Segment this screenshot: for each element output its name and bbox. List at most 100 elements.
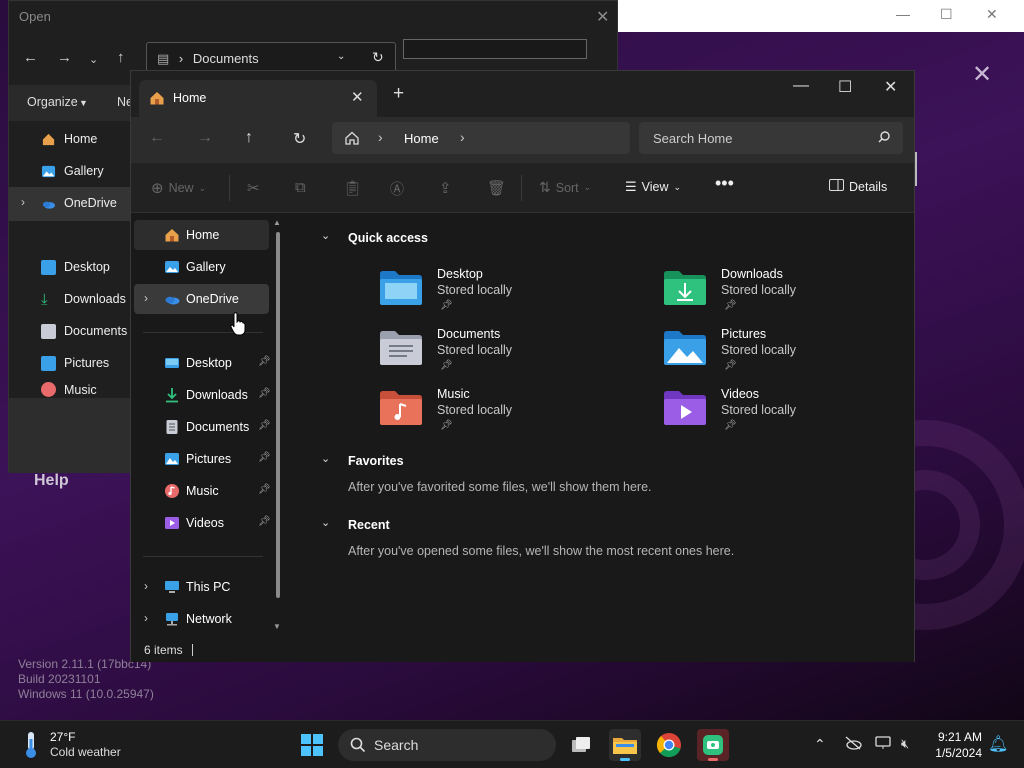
- chevron-right-icon[interactable]: ›: [144, 611, 148, 625]
- chevron-right-icon[interactable]: ›: [144, 579, 148, 593]
- task-view-button[interactable]: [565, 729, 597, 761]
- open-dialog-nav-desktop[interactable]: Desktop: [21, 251, 110, 283]
- close-icon[interactable]: ✕: [972, 60, 992, 89]
- nav-item-pictures[interactable]: Pictures 📌︎: [134, 444, 271, 474]
- paste-icon[interactable]: 📋︎: [343, 179, 362, 197]
- back-arrow-icon[interactable]: ←: [23, 49, 38, 66]
- nav-item-gallery[interactable]: Gallery: [134, 252, 269, 282]
- cut-icon[interactable]: ✂: [247, 179, 260, 197]
- nav-item-desktop[interactable]: Desktop 📌︎: [134, 348, 271, 378]
- refresh-icon[interactable]: ↻: [293, 129, 306, 149]
- minimize-icon[interactable]: —: [793, 77, 809, 95]
- breadcrumb-location[interactable]: Home: [404, 131, 439, 146]
- copy-icon[interactable]: ⧉: [295, 179, 306, 196]
- chevron-down-icon[interactable]: ⌄: [321, 229, 330, 242]
- help-label[interactable]: Help: [34, 472, 69, 490]
- quick-access-item-pictures[interactable]: Pictures Stored locally 📌︎: [663, 326, 913, 382]
- pin-icon: 📌︎: [258, 356, 271, 367]
- organize-button[interactable]: Organize: [27, 95, 78, 109]
- scroll-up-icon[interactable]: ▲: [273, 218, 281, 227]
- onedrive-icon: [41, 196, 56, 211]
- maximize-icon[interactable]: ☐: [940, 6, 953, 23]
- taskbar-search[interactable]: Search: [338, 729, 556, 761]
- open-dialog-nav-downloads[interactable]: ⤓ Downloads: [21, 283, 126, 315]
- chevron-down-icon[interactable]: ⌄: [89, 53, 98, 66]
- app-taskbar-button[interactable]: [697, 729, 729, 761]
- quick-access-item-downloads[interactable]: Downloads Stored locally 📌︎: [663, 266, 913, 322]
- up-arrow-icon[interactable]: ↑: [117, 49, 125, 66]
- open-dialog-nav-home[interactable]: Home: [21, 123, 97, 155]
- nav-item-downloads[interactable]: Downloads 📌︎: [134, 380, 271, 410]
- minimize-icon[interactable]: —: [896, 6, 910, 22]
- up-arrow-icon[interactable]: ↑: [245, 129, 253, 147]
- weather-widget[interactable]: 27°F Cold weather: [18, 729, 128, 761]
- show-hidden-icons-chevron-icon[interactable]: ⌃: [814, 736, 826, 753]
- share-icon[interactable]: ⇪: [439, 179, 452, 197]
- rename-icon[interactable]: Ⓐ: [390, 179, 404, 199]
- more-options-icon[interactable]: •••: [715, 173, 734, 194]
- gallery-icon: [164, 259, 180, 275]
- pin-icon: 📌︎: [258, 452, 271, 463]
- view-button[interactable]: ☰ View ⌄: [625, 179, 681, 195]
- back-arrow-icon[interactable]: ←: [149, 129, 165, 147]
- volume-muted-icon[interactable]: 🔇︎: [901, 736, 909, 752]
- open-dialog-nav-documents[interactable]: Documents: [21, 315, 127, 347]
- new-tab-icon[interactable]: +: [393, 83, 404, 105]
- quick-access-item-desktop[interactable]: Desktop Stored locally 📌︎: [379, 266, 629, 322]
- network-icon[interactable]: [875, 736, 891, 753]
- chevron-right-icon[interactable]: ›: [21, 195, 25, 209]
- maximize-icon[interactable]: ☐: [838, 77, 852, 97]
- details-button[interactable]: Details: [829, 179, 887, 194]
- nav-item-this-pc[interactable]: › This PC: [134, 572, 269, 602]
- chevron-right-icon[interactable]: ›: [460, 129, 465, 145]
- chevron-right-icon[interactable]: ›: [378, 129, 383, 145]
- start-button[interactable]: [296, 729, 328, 761]
- open-dialog-search-input[interactable]: [403, 39, 587, 59]
- sort-button[interactable]: ⇅ Sort ⌄: [539, 179, 591, 196]
- chevron-down-icon[interactable]: ⌄: [337, 51, 345, 62]
- notification-bell-icon[interactable]: 🔔︎: [988, 734, 1008, 754]
- open-dialog-nav-pictures[interactable]: Pictures: [21, 347, 109, 379]
- chevron-down-icon[interactable]: ⌄: [321, 516, 330, 529]
- breadcrumb[interactable]: › Home ›: [332, 122, 630, 154]
- nav-pane-scrollbar[interactable]: ▲ ▼: [273, 218, 281, 634]
- favorites-header[interactable]: Favorites: [348, 454, 404, 468]
- close-tab-icon[interactable]: ✕: [351, 88, 364, 106]
- scroll-down-icon[interactable]: ▼: [273, 622, 281, 631]
- quick-access-item-videos[interactable]: Videos Stored locally 📌︎: [663, 386, 913, 442]
- nav-item-music[interactable]: Music 📌︎: [134, 476, 271, 506]
- nav-item-documents[interactable]: Documents 📌︎: [134, 412, 271, 442]
- tab-home[interactable]: Home ✕: [139, 80, 377, 117]
- desktop-folder-icon: [164, 355, 180, 371]
- open-dialog-nav-music[interactable]: Music: [21, 379, 97, 397]
- quick-access-item-music[interactable]: Music Stored locally 📌︎: [379, 386, 629, 442]
- forward-arrow-icon[interactable]: →: [197, 129, 213, 147]
- home-outline-icon[interactable]: [344, 130, 360, 146]
- refresh-icon[interactable]: ↻: [372, 49, 384, 66]
- close-icon[interactable]: ✕: [986, 6, 998, 23]
- forward-arrow-icon[interactable]: →: [57, 49, 72, 66]
- chevron-right-icon[interactable]: ›: [144, 291, 148, 305]
- search-input[interactable]: Search Home: [639, 122, 903, 154]
- nav-item-onedrive[interactable]: › OneDrive: [134, 284, 269, 314]
- onedrive-offline-icon[interactable]: [844, 736, 862, 753]
- new-button[interactable]: ⊕ New ⌄: [151, 179, 206, 197]
- nav-item-videos[interactable]: Videos 📌︎: [134, 508, 271, 538]
- nav-item-network[interactable]: › Network: [134, 604, 269, 634]
- open-dialog-nav-onedrive[interactable]: › OneDrive: [21, 187, 117, 219]
- close-icon[interactable]: ✕: [596, 7, 609, 27]
- delete-icon[interactable]: 🗑︎: [487, 179, 506, 197]
- quick-access-item-documents[interactable]: Documents Stored locally 📌︎: [379, 326, 629, 382]
- chrome-taskbar-button[interactable]: [653, 729, 685, 761]
- system-clock[interactable]: 9:21 AM 1/5/2024: [930, 729, 982, 761]
- nav-item-home[interactable]: Home: [134, 220, 269, 250]
- chevron-down-icon[interactable]: ⌄: [321, 452, 330, 465]
- open-dialog-nav-gallery[interactable]: Gallery: [21, 155, 104, 187]
- scrollbar-thumb[interactable]: [276, 232, 280, 598]
- file-explorer-taskbar-button[interactable]: [609, 729, 641, 761]
- gallery-icon: [41, 164, 56, 179]
- quick-access-header[interactable]: Quick access: [348, 231, 428, 245]
- recent-header[interactable]: Recent: [348, 518, 390, 532]
- close-icon[interactable]: ✕: [884, 77, 897, 97]
- nav-label: Documents: [64, 324, 128, 338]
